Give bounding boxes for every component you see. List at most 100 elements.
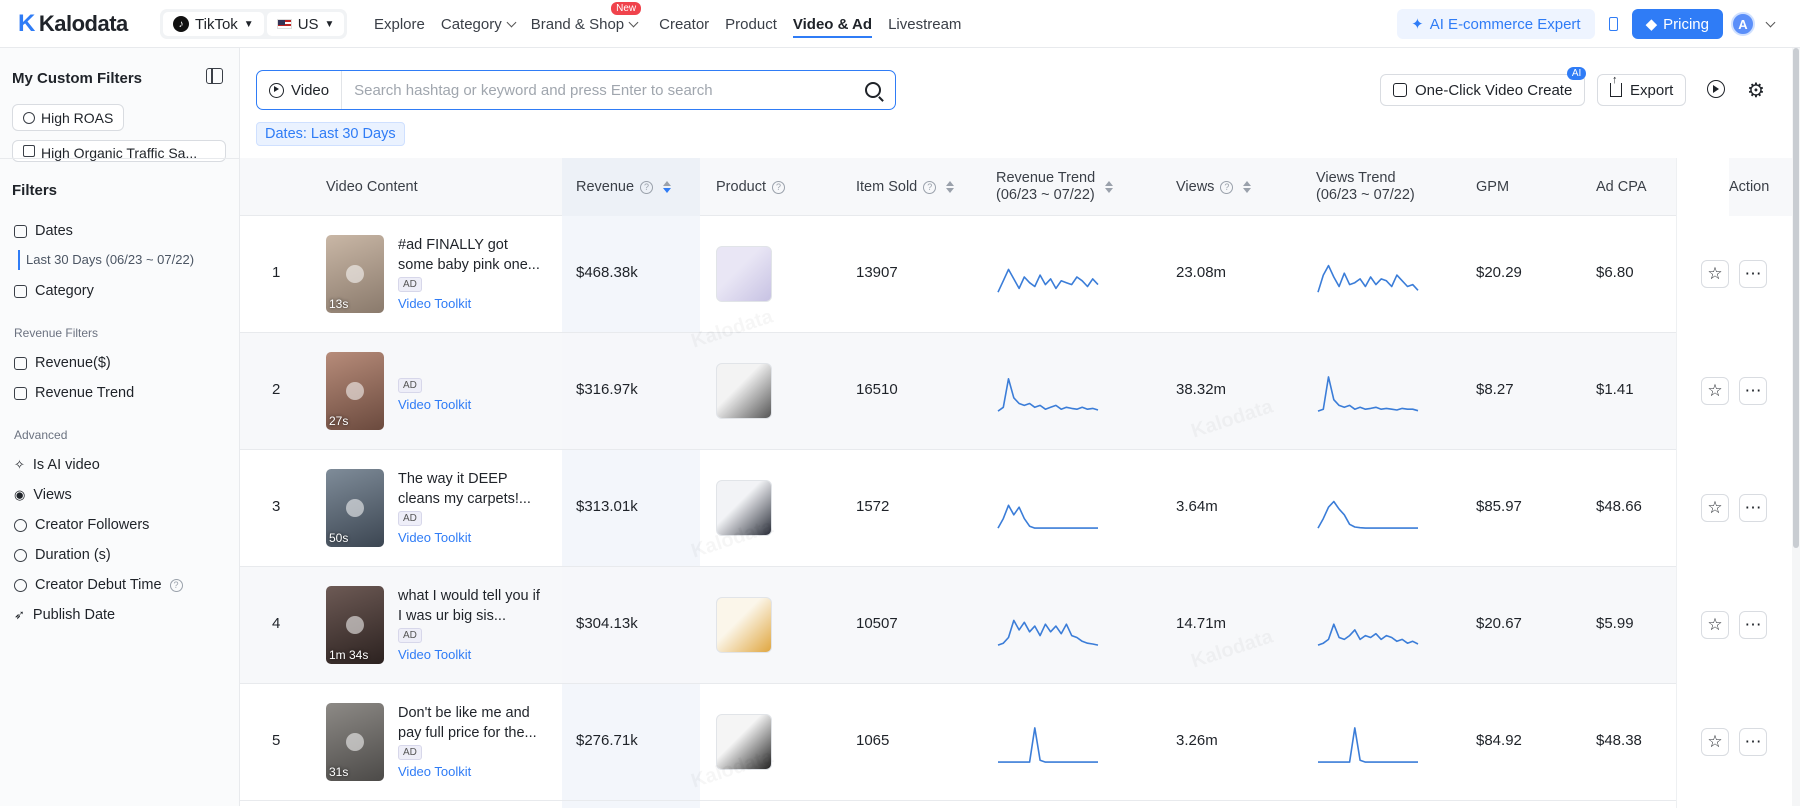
favorite-star-button[interactable]: ☆ [1701, 260, 1729, 288]
help-icon[interactable]: ? [771, 180, 785, 194]
sidebar-item-category[interactable]: Category [14, 283, 94, 299]
video-title[interactable]: what I would tell you if I was ur big si… [398, 586, 546, 626]
nav-creator[interactable]: Creator [651, 0, 717, 48]
sidebar-item-ai-video[interactable]: ✧ Is AI video [14, 457, 100, 473]
scrollbar-thumb[interactable] [1793, 48, 1799, 548]
platform-dropdown[interactable]: ♪ TikTok ▼ [163, 12, 264, 36]
video-title[interactable]: Don't be like me and pay full price for … [398, 703, 546, 743]
search-input[interactable] [342, 71, 865, 109]
video-thumbnail[interactable]: 50s [326, 469, 384, 547]
ad-badge: AD [398, 628, 422, 643]
product-thumbnail[interactable] [716, 597, 772, 653]
export-button[interactable]: Export [1597, 74, 1687, 106]
advanced-title: Advanced [14, 428, 68, 442]
search-type-dropdown[interactable]: Video [257, 71, 343, 109]
video-title[interactable]: #ad FINALLY got some baby pink one... [398, 235, 546, 275]
views-trend-sparkline [1317, 623, 1419, 646]
timer-icon [14, 548, 27, 562]
search-icon[interactable] [865, 82, 881, 98]
sort-icon[interactable] [663, 181, 672, 193]
product-thumbnail[interactable] [716, 363, 772, 419]
pricing-button[interactable]: ◆ Pricing [1631, 9, 1723, 39]
dates-value[interactable]: Last 30 Days (06/23 ~ 07/22) [18, 250, 194, 270]
video-title[interactable]: The way it DEEP cleans my carpets!... [398, 469, 546, 509]
mobile-icon[interactable] [1608, 17, 1618, 31]
sidebar-item-publish-date[interactable]: ➶ Publish Date [14, 607, 115, 623]
avatar[interactable]: A [1731, 12, 1755, 36]
help-icon[interactable]: ? [169, 578, 183, 592]
sidebar-item-revenue-trend[interactable]: Revenue Trend [14, 385, 134, 401]
sidebar-item-duration[interactable]: Duration (s) [14, 547, 111, 563]
help-icon[interactable]: ? [923, 180, 937, 194]
col-header-revenue-trend[interactable]: Revenue Trend (06/23 ~ 07/22) [996, 158, 1114, 216]
sparkline-path [997, 268, 1099, 293]
video-toolkit-link[interactable]: Video Toolkit [398, 764, 471, 779]
sort-icon[interactable] [1243, 181, 1252, 193]
bar-chart-icon [14, 386, 27, 400]
video-thumbnail[interactable]: 1m 34s [326, 586, 384, 664]
gpm-cell: $84.92 [1476, 732, 1522, 749]
sidebar-item-creator-followers[interactable]: Creator Followers [14, 517, 149, 533]
nav-product[interactable]: Product [717, 0, 785, 48]
sort-icon[interactable] [1105, 181, 1114, 193]
table-row[interactable]: 5 31s Don't be like me and pay full pric… [240, 684, 1800, 801]
favorite-star-button[interactable]: ☆ [1701, 611, 1729, 639]
nav-brand-shop[interactable]: Brand & Shop New [523, 0, 651, 48]
more-options-button[interactable]: ⋯ [1739, 611, 1767, 639]
nav-livestream[interactable]: Livestream [880, 0, 969, 48]
tutorial-play-icon[interactable] [1707, 80, 1725, 98]
table-row[interactable]: 1 13s #ad FINALLY got some baby pink one… [240, 216, 1800, 333]
views-cell: 38.32m [1176, 381, 1227, 398]
brand-logo[interactable]: K Kalodata [18, 10, 128, 38]
more-options-button[interactable]: ⋯ [1739, 728, 1767, 756]
more-options-button[interactable]: ⋯ [1739, 494, 1767, 522]
rank-cell: 3 [272, 498, 281, 515]
ai-expert-button[interactable]: ✦ AI E-commerce Expert [1397, 9, 1595, 39]
video-thumbnail[interactable]: 13s [326, 235, 384, 313]
sidebar-item-creator-debut-time[interactable]: Creator Debut Time ? [14, 577, 183, 593]
kalodata-logo-icon: K [18, 10, 35, 37]
region-dropdown[interactable]: US ▼ [266, 12, 345, 36]
help-icon[interactable]: ? [1220, 180, 1234, 194]
favorite-star-button[interactable]: ☆ [1701, 728, 1729, 756]
clock-icon [14, 578, 27, 592]
sidebar-item-label: Is AI video [32, 457, 100, 473]
table-row[interactable]: 4 1m 34s what I would tell you if I was … [240, 567, 1800, 684]
sidebar-item-revenue[interactable]: Revenue($) [14, 355, 111, 371]
settings-gear-icon[interactable]: ⚙ [1747, 78, 1765, 103]
video-toolkit-link[interactable]: Video Toolkit [398, 296, 471, 311]
play-icon [346, 616, 364, 634]
favorite-star-button[interactable]: ☆ [1701, 377, 1729, 405]
sort-icon[interactable] [946, 181, 955, 193]
table-row[interactable]: 2 27s AD Video Toolkit $316.97k 16510 38… [240, 333, 1800, 450]
col-header-views[interactable]: Views ? [1176, 158, 1252, 216]
video-toolkit-link[interactable]: Video Toolkit [398, 397, 471, 412]
nav-explore[interactable]: Explore [366, 0, 433, 48]
product-thumbnail[interactable] [716, 246, 772, 302]
custom-filter-high-roas[interactable]: High ROAS [12, 104, 125, 131]
help-icon[interactable]: ? [640, 180, 654, 194]
video-thumbnail[interactable]: 31s [326, 703, 384, 781]
scrollbar[interactable] [1792, 48, 1800, 806]
sidebar-item-dates[interactable]: Dates [14, 223, 73, 239]
nav-category[interactable]: Category [433, 0, 523, 48]
more-options-button[interactable]: ⋯ [1739, 260, 1767, 288]
main-nav: Explore Category Brand & Shop New Creato… [366, 0, 969, 48]
col-header-revenue[interactable]: Revenue ? [576, 158, 672, 216]
video-thumbnail[interactable]: 27s [326, 352, 384, 430]
col-sublabel: (06/23 ~ 07/22) [996, 187, 1095, 203]
favorite-star-button[interactable]: ☆ [1701, 494, 1729, 522]
video-toolkit-link[interactable]: Video Toolkit [398, 530, 471, 545]
video-toolkit-link[interactable]: Video Toolkit [398, 647, 471, 662]
chevron-down-icon[interactable] [1765, 17, 1776, 27]
active-date-filter-tag[interactable]: Dates: Last 30 Days [256, 122, 405, 146]
collapse-sidebar-icon[interactable] [206, 68, 223, 84]
more-options-button[interactable]: ⋯ [1739, 377, 1767, 405]
nav-label: Category [440, 15, 502, 33]
one-click-video-create-button[interactable]: One-Click Video Create AI [1380, 67, 1587, 106]
nav-video-ad[interactable]: Video & Ad [785, 0, 880, 48]
col-header-item-sold[interactable]: Item Sold ? [856, 158, 955, 216]
table-row[interactable]: 3 50s The way it DEEP cleans my carpets!… [240, 450, 1800, 567]
divider [0, 158, 240, 159]
sidebar-item-views[interactable]: ◉ Views [14, 487, 72, 503]
